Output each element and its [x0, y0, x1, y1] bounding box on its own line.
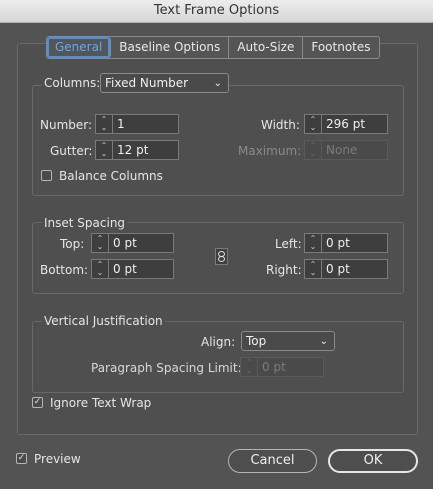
paragraph-spacing-limit-label: Paragraph Spacing Limit: [91, 361, 242, 375]
tab-bar: General Baseline Options Auto-Size Footn… [46, 36, 380, 59]
columns-label: Columns: [42, 76, 103, 90]
ok-button[interactable]: OK [328, 449, 418, 473]
tab-general[interactable]: General [47, 37, 112, 58]
inset-left-field[interactable]: ⌃ ⌄ 0 pt [304, 233, 388, 253]
columns-mode-dropdown[interactable]: Fixed Number ⌄ [100, 73, 229, 93]
chain-link-icon[interactable] [215, 248, 228, 265]
link-glyph-icon [218, 251, 225, 262]
inset-right-field[interactable]: ⌃ ⌄ 0 pt [304, 259, 388, 279]
stepper-icon: ⌃ ⌄ [241, 358, 258, 376]
inset-top-field[interactable]: ⌃ ⌄ 0 pt [91, 233, 174, 253]
columns-mode-value: Fixed Number [105, 76, 189, 90]
ignore-text-wrap-checkbox[interactable]: ✓ [32, 397, 43, 408]
maximum-field: ⌃ ⌄ None [304, 140, 388, 160]
chevron-down-icon: ⌄ [319, 335, 328, 347]
align-label: Align: [201, 335, 236, 349]
width-label: Width: [261, 118, 300, 132]
stepper-icon[interactable]: ⌃ ⌄ [305, 115, 322, 133]
stepper-icon[interactable]: ⌃ ⌄ [92, 234, 109, 252]
vertical-justification-group [32, 321, 404, 393]
inset-right-label: Right: [266, 263, 302, 277]
ignore-text-wrap-label: Ignore Text Wrap [50, 396, 152, 410]
stepper-icon[interactable]: ⌃ ⌄ [305, 260, 322, 278]
balance-columns-label: Balance Columns [59, 169, 163, 183]
gutter-field[interactable]: ⌃ ⌄ 12 pt [95, 140, 179, 160]
vertical-justification-title: Vertical Justification [42, 314, 165, 328]
inset-top-label: Top: [60, 237, 85, 251]
tab-baseline-options[interactable]: Baseline Options [111, 37, 230, 58]
stepper-icon[interactable]: ⌃ ⌄ [96, 115, 113, 133]
width-field[interactable]: ⌃ ⌄ 296 pt [304, 114, 388, 134]
balance-columns-checkbox[interactable] [41, 170, 52, 181]
chevron-down-icon: ⌄ [213, 77, 222, 89]
number-label: Number: [40, 118, 93, 132]
stepper-icon[interactable]: ⌃ ⌄ [92, 260, 109, 278]
maximum-label: Maximum: [238, 144, 302, 158]
preview-label: Preview [34, 452, 81, 466]
inset-spacing-title: Inset Spacing [42, 216, 128, 230]
inset-left-label: Left: [275, 237, 302, 251]
window-title: Text Frame Options [0, 0, 433, 23]
gutter-label: Gutter: [50, 144, 93, 158]
inset-bottom-field[interactable]: ⌃ ⌄ 0 pt [91, 259, 174, 279]
paragraph-spacing-limit-field: ⌃ ⌄ 0 pt [240, 357, 324, 377]
cancel-button[interactable]: Cancel [228, 449, 317, 473]
stepper-icon[interactable]: ⌃ ⌄ [305, 234, 322, 252]
tab-footnotes[interactable]: Footnotes [303, 37, 378, 58]
align-dropdown[interactable]: Top ⌄ [241, 331, 335, 351]
stepper-icon[interactable]: ⌃ ⌄ [96, 141, 113, 159]
align-value: Top [246, 334, 267, 348]
stepper-icon: ⌃ ⌄ [305, 141, 322, 159]
tab-auto-size[interactable]: Auto-Size [229, 37, 304, 58]
number-field[interactable]: ⌃ ⌄ 1 [95, 114, 179, 134]
preview-checkbox[interactable]: ✓ [16, 453, 27, 464]
inset-bottom-label: Bottom: [40, 263, 89, 277]
